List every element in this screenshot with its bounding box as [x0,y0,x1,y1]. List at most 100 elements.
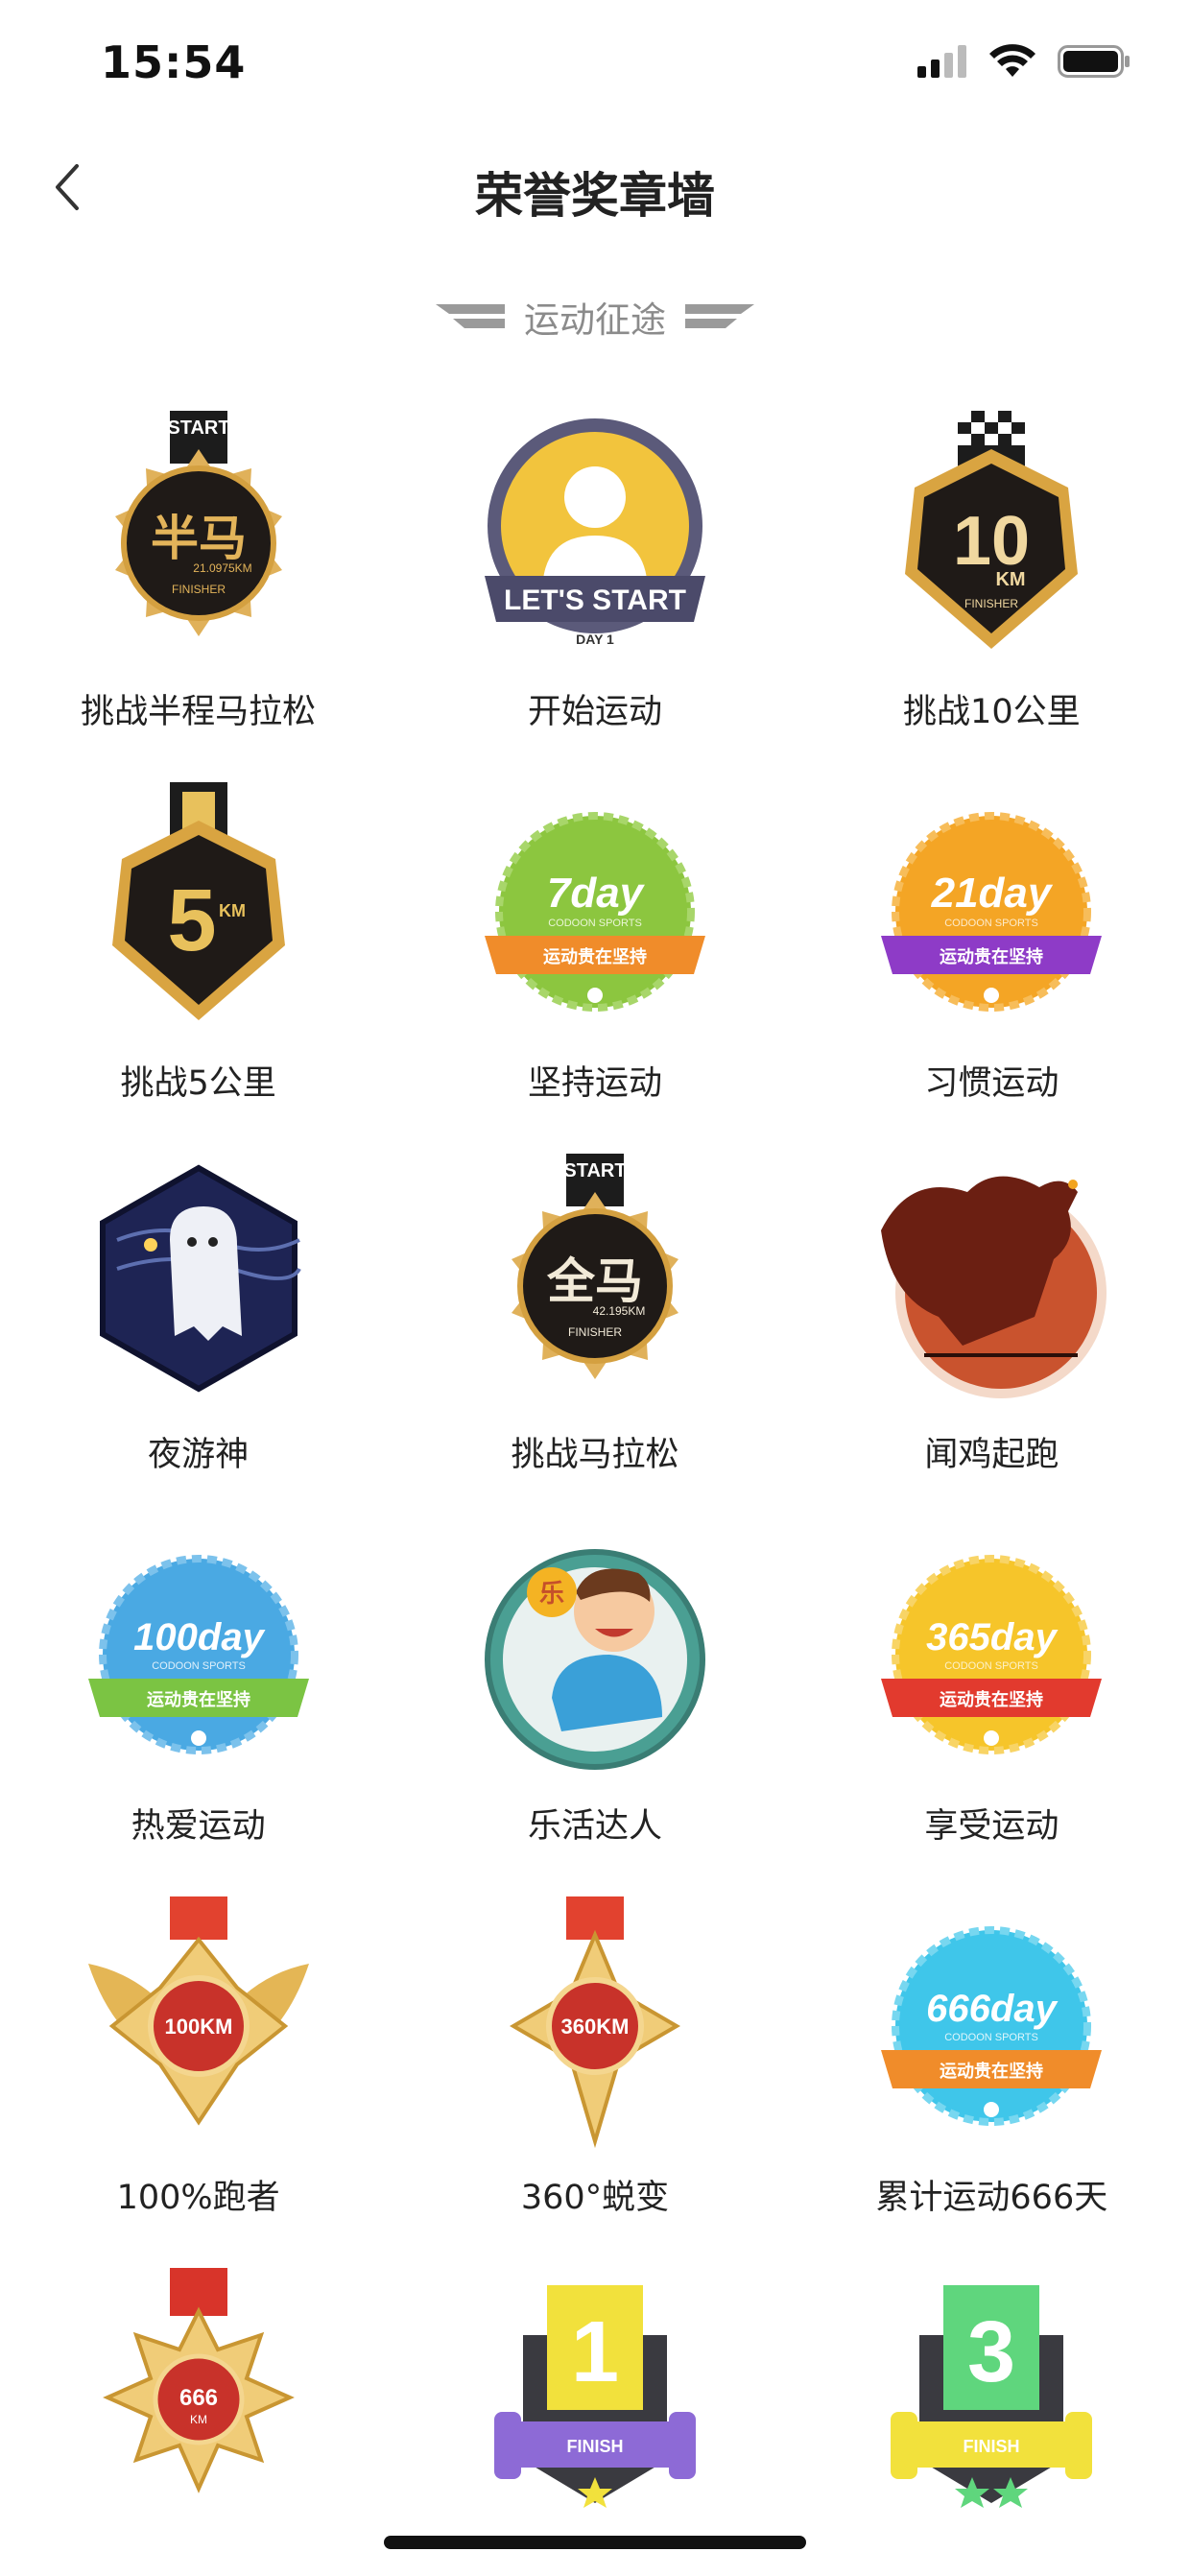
badge-label: 坚持运动 [527,1064,662,1103]
page-title: 荣誉奖章墙 [475,168,715,224]
svg-text:FINISH: FINISH [566,2437,623,2456]
badge-item[interactable]: 7day CODOON SPORTS 运动贵在坚持 坚持运动 [396,782,793,1154]
svg-text:KM: KM [996,569,1026,590]
svg-text:1: 1 [571,2304,619,2400]
left-wing-decoration-icon [436,304,505,328]
21day-badge-icon: 21day CODOON SPORTS 运动贵在坚持 [871,782,1111,1041]
badge-item[interactable]: 100KM 100%跑者 [0,1896,396,2268]
svg-text:运动贵在坚持: 运动贵在坚持 [940,1689,1043,1710]
svg-text:运动贵在坚持: 运动贵在坚持 [940,946,1043,967]
10km-medal-icon: 10 KM FINISHER [871,411,1111,670]
happy-person-badge-icon: 乐 [475,1525,715,1784]
svg-text:5: 5 [167,871,216,969]
badge-item[interactable]: 夜游神 [0,1154,396,1525]
navigation-bar: 荣誉奖章墙 [0,134,1190,240]
night-ghost-badge-icon [79,1154,319,1413]
badge-label: 乐活达人 [527,1807,662,1846]
badge-item[interactable]: START 半马 21.0975KM FINISHER 挑战半程马拉松 [0,411,396,782]
right-wing-decoration-icon [685,304,754,328]
svg-text:42.195KM: 42.195KM [593,1304,646,1318]
svg-text:乐: 乐 [539,1580,564,1609]
badge-item[interactable]: 3 FINISH [794,2268,1190,2576]
svg-text:10: 10 [953,503,1030,580]
svg-text:100day: 100day [133,1616,265,1658]
badge-label: 360°蜕变 [520,2179,670,2217]
badge-label: 累计运动666天 [875,2179,1108,2217]
badge-label: 热爱运动 [131,1807,266,1846]
svg-text:7day: 7day [547,870,646,917]
badge-label: 100%跑者 [116,2179,280,2217]
svg-text:运动贵在坚持: 运动贵在坚持 [543,946,647,967]
svg-text:365day: 365day [926,1616,1058,1658]
badge-item[interactable]: 360KM 360°蜕变 [396,1896,793,2268]
status-bar: 15:54 [0,0,1190,125]
badge-label: 挑战半程马拉松 [81,693,317,731]
svg-text:FINISHER: FINISHER [568,1325,622,1339]
badge-row: 5 KM 挑战5公里 7day CODOON SPORTS 运动贵在坚持 坚持运… [0,782,1190,1154]
fitness-1-badge-icon: 1 FINISH [475,2268,715,2527]
badge-item[interactable]: 365day CODOON SPORTS 运动贵在坚持 享受运动 [794,1525,1190,1896]
360km-star-medal-icon: 360KM [475,1896,715,2156]
svg-text:START: START [563,1160,626,1181]
badge-row: START 半马 21.0975KM FINISHER 挑战半程马拉松 LET'… [0,411,1190,782]
badge-row: 666 KM 1 FINISH 3 FINISH [0,2268,1190,2576]
svg-text:KM: KM [219,901,246,920]
badge-item[interactable]: 闻鸡起跑 [794,1154,1190,1525]
365day-badge-icon: 365day CODOON SPORTS 运动贵在坚持 [871,1525,1111,1784]
badge-grid: START 半马 21.0975KM FINISHER 挑战半程马拉松 LET'… [0,411,1190,2576]
svg-text:全马: 全马 [546,1253,643,1309]
half-marathon-medal-icon: START 半马 21.0975KM FINISHER [79,411,319,670]
svg-text:FINISH: FINISH [964,2437,1020,2456]
home-indicator[interactable] [384,2536,806,2549]
svg-text:666: 666 [179,2385,218,2411]
badge-label: 开始运动 [527,693,662,731]
svg-text:21.0975KM: 21.0975KM [193,561,251,575]
battery-icon [1058,45,1130,78]
badge-item[interactable]: 10 KM FINISHER 挑战10公里 [794,411,1190,782]
100day-badge-icon: 100day CODOON SPORTS 运动贵在坚持 [79,1525,319,1784]
svg-text:CODOON SPORTS: CODOON SPORTS [945,918,1039,929]
svg-text:LET'S START: LET'S START [504,584,686,616]
badge-item[interactable]: 100day CODOON SPORTS 运动贵在坚持 热爱运动 [0,1525,396,1896]
badge-row: 100KM 100%跑者 360KM 360°蜕变 666day CODOON … [0,1896,1190,2268]
badge-item[interactable]: 乐 乐活达人 [396,1525,793,1896]
badge-label: 夜游神 [148,1436,250,1474]
svg-text:半马: 半马 [151,511,247,566]
svg-text:21day: 21day [931,870,1054,917]
svg-text:100KM: 100KM [164,2015,232,2039]
badge-item[interactable]: 666day CODOON SPORTS 运动贵在坚持 累计运动666天 [794,1896,1190,2268]
badge-label: 习惯运动 [924,1064,1059,1103]
badge-label: 挑战10公里 [903,693,1081,731]
lets-start-badge-icon: LET'S START DAY 1 [475,411,715,670]
fitness-3-badge-icon: 3 FINISH [871,2268,1111,2527]
rooster-badge-icon [871,1154,1111,1413]
wifi-icon [989,44,1035,77]
svg-text:START: START [167,417,229,439]
svg-text:CODOON SPORTS: CODOON SPORTS [152,1660,246,1672]
status-time: 15:54 [101,36,247,88]
badge-row: 夜游神 START 全马 42.195KM FINISHER 挑战马拉松 闻鸡起… [0,1154,1190,1525]
666km-medal-icon: 666 KM [79,2268,319,2527]
marathon-medal-icon: START 全马 42.195KM FINISHER [475,1154,715,1413]
svg-text:运动贵在坚持: 运动贵在坚持 [940,2061,1043,2082]
badge-label: 挑战马拉松 [511,1436,679,1474]
5km-medal-icon: 5 KM [79,782,319,1041]
badge-item[interactable]: 5 KM 挑战5公里 [0,782,396,1154]
svg-text:CODOON SPORTS: CODOON SPORTS [945,2032,1039,2043]
7day-badge-icon: 7day CODOON SPORTS 运动贵在坚持 [475,782,715,1041]
badge-item[interactable]: 1 FINISH [396,2268,793,2576]
badge-item[interactable]: 666 KM [0,2268,396,2576]
svg-text:FINISHER: FINISHER [172,583,226,596]
svg-text:KM: KM [190,2413,207,2426]
badge-label: 闻鸡起跑 [924,1436,1059,1474]
badge-item[interactable]: LET'S START DAY 1 开始运动 [396,411,793,782]
svg-text:3: 3 [967,2304,1015,2400]
666day-badge-icon: 666day CODOON SPORTS 运动贵在坚持 [871,1896,1111,2156]
badge-row: 100day CODOON SPORTS 运动贵在坚持 热爱运动 乐 乐活达人 … [0,1525,1190,1896]
status-icons [917,44,1130,79]
badge-item[interactable]: START 全马 42.195KM FINISHER 挑战马拉松 [396,1154,793,1525]
badge-item[interactable]: 21day CODOON SPORTS 运动贵在坚持 习惯运动 [794,782,1190,1154]
svg-text:FINISHER: FINISHER [964,597,1018,610]
svg-text:CODOON SPORTS: CODOON SPORTS [548,918,642,929]
badge-label: 挑战5公里 [120,1064,276,1103]
